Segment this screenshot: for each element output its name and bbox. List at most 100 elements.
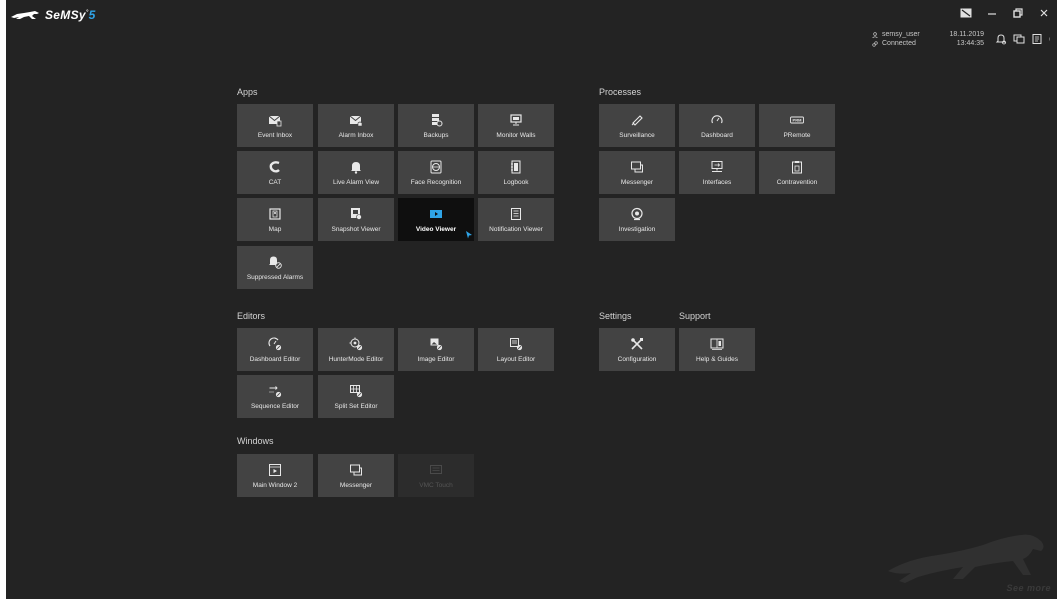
tile-interfaces[interactable]: Interfaces xyxy=(679,151,755,194)
more-menu-icon[interactable] xyxy=(1049,33,1053,45)
watermark-text: See more xyxy=(1006,583,1051,593)
tile-main-window-2[interactable]: Main Window 2 xyxy=(237,454,313,497)
close-button[interactable] xyxy=(1037,6,1051,20)
tile-map[interactable]: Map xyxy=(237,198,313,241)
tile-configuration[interactable]: Configuration xyxy=(599,328,675,371)
sequence-edit-icon xyxy=(268,384,282,398)
tile-huntermode-editor[interactable]: HunterMode Editor xyxy=(318,328,394,371)
restore-button[interactable] xyxy=(1011,6,1025,20)
tile-layout-editor[interactable]: Layout Editor xyxy=(478,328,554,371)
tile-cat[interactable]: CAT xyxy=(237,151,313,194)
screen-icon xyxy=(960,8,972,18)
tile-alarm-inbox[interactable]: Alarm Inbox xyxy=(318,104,394,147)
tile-surveillance[interactable]: Surveillance xyxy=(599,104,675,147)
database-icon xyxy=(429,113,443,127)
tile-label: Snapshot Viewer xyxy=(331,225,381,233)
tile-premote[interactable]: PRM PRemote xyxy=(759,104,835,147)
close-icon xyxy=(1040,9,1048,17)
tile-label: Sequence Editor xyxy=(250,402,300,410)
top-bar: SeMSy°5 semsy_user Connected 18.11.2019 … xyxy=(6,0,1057,58)
tile-sequence-editor[interactable]: Sequence Editor xyxy=(237,375,313,418)
tile-face-recognition[interactable]: Face Recognition xyxy=(398,151,474,194)
minimize-icon xyxy=(988,13,996,15)
play-icon xyxy=(429,207,443,221)
tile-backups[interactable]: Backups xyxy=(398,104,474,147)
bell-mute-icon xyxy=(268,255,282,269)
restore-icon xyxy=(1013,8,1023,18)
layout-edit-icon xyxy=(509,337,523,351)
tile-investigation[interactable]: Investigation xyxy=(599,198,675,241)
tile-messenger-window[interactable]: Messenger xyxy=(318,454,394,497)
tile-live-alarm-view[interactable]: Live Alarm View xyxy=(318,151,394,194)
map-icon xyxy=(268,207,282,221)
tile-event-inbox[interactable]: Event Inbox xyxy=(237,104,313,147)
tile-monitor-walls[interactable]: Monitor Walls xyxy=(478,104,554,147)
chat-icon xyxy=(630,160,644,174)
alarm-envelope-icon xyxy=(349,113,363,127)
tile-video-viewer[interactable]: Video Viewer xyxy=(398,198,474,241)
tile-label: Dashboard Editor xyxy=(249,355,301,363)
tile-label: Alarm Inbox xyxy=(338,131,374,139)
tile-help-guides[interactable]: Help & Guides xyxy=(679,328,755,371)
tile-label: Suppressed Alarms xyxy=(246,273,304,281)
image-edit-icon xyxy=(429,337,443,351)
clipboard-icon xyxy=(790,160,804,174)
window-icon xyxy=(268,463,282,477)
panther-logo-icon xyxy=(11,11,39,19)
vmc-icon xyxy=(429,463,443,477)
tile-logbook[interactable]: Logbook xyxy=(478,151,554,194)
tile-suppressed-alarms[interactable]: Suppressed Alarms xyxy=(237,246,313,289)
tile-label: Messenger xyxy=(339,481,373,489)
tile-image-editor[interactable]: Image Editor xyxy=(398,328,474,371)
chat-icon xyxy=(349,463,363,477)
tile-label: Monitor Walls xyxy=(496,131,536,139)
alarm-bell-icon[interactable] xyxy=(995,33,1007,45)
section-windows-title: Windows xyxy=(237,436,274,446)
tile-label: Contravention xyxy=(776,178,818,186)
investigation-icon xyxy=(630,207,644,221)
tile-label: Layout Editor xyxy=(496,355,536,363)
gauge-icon xyxy=(710,113,724,127)
chat-icon[interactable] xyxy=(1013,33,1025,45)
face-icon xyxy=(429,160,443,174)
tile-dashboard-editor[interactable]: Dashboard Editor xyxy=(237,328,313,371)
tile-label: Messenger xyxy=(620,178,654,186)
notification-icon xyxy=(509,207,523,221)
interfaces-icon xyxy=(710,160,724,174)
mouse-pointer-icon xyxy=(466,231,472,239)
cat-icon xyxy=(268,160,282,174)
section-editors-title: Editors xyxy=(237,311,266,321)
tile-label: Investigation xyxy=(618,225,656,233)
tile-label: Logbook xyxy=(503,178,529,186)
notes-icon[interactable] xyxy=(1031,33,1043,45)
section-settings-title: Settings xyxy=(599,311,632,321)
tile-label: Surveillance xyxy=(619,131,655,139)
tile-label: CAT xyxy=(268,178,282,186)
tile-label: VMC Touch xyxy=(419,481,453,489)
tile-dashboard[interactable]: Dashboard xyxy=(679,104,755,147)
top-icons xyxy=(995,33,1053,45)
tile-notification-viewer[interactable]: Notification Viewer xyxy=(478,198,554,241)
time: 13:44:35 xyxy=(956,40,984,47)
tile-label: HunterMode Editor xyxy=(328,355,384,363)
tile-label: Image Editor xyxy=(417,355,455,363)
tile-label: Face Recognition xyxy=(410,178,462,186)
tile-split-set-editor[interactable]: Split Set Editor xyxy=(318,375,394,418)
screen-toggle-button[interactable] xyxy=(959,6,973,20)
bell-icon xyxy=(349,160,363,174)
section-processes-title: Processes xyxy=(599,87,642,97)
user-info: semsy_user Connected xyxy=(872,30,920,48)
tile-label: Configuration xyxy=(617,355,657,363)
brand-name: SeMSy°5 xyxy=(45,8,96,22)
tile-contravention[interactable]: Contravention xyxy=(759,151,835,194)
tile-label: Backups xyxy=(423,131,449,139)
monitor-icon xyxy=(509,113,523,127)
help-book-icon xyxy=(710,337,724,351)
app-logo: SeMSy°5 xyxy=(10,8,96,22)
tile-label: Interfaces xyxy=(702,178,732,186)
date: 18.11.2019 xyxy=(949,31,984,38)
minimize-button[interactable] xyxy=(985,6,999,20)
tile-messenger-process[interactable]: Messenger xyxy=(599,151,675,194)
tile-snapshot-viewer[interactable]: Snapshot Viewer xyxy=(318,198,394,241)
split-edit-icon xyxy=(349,384,363,398)
